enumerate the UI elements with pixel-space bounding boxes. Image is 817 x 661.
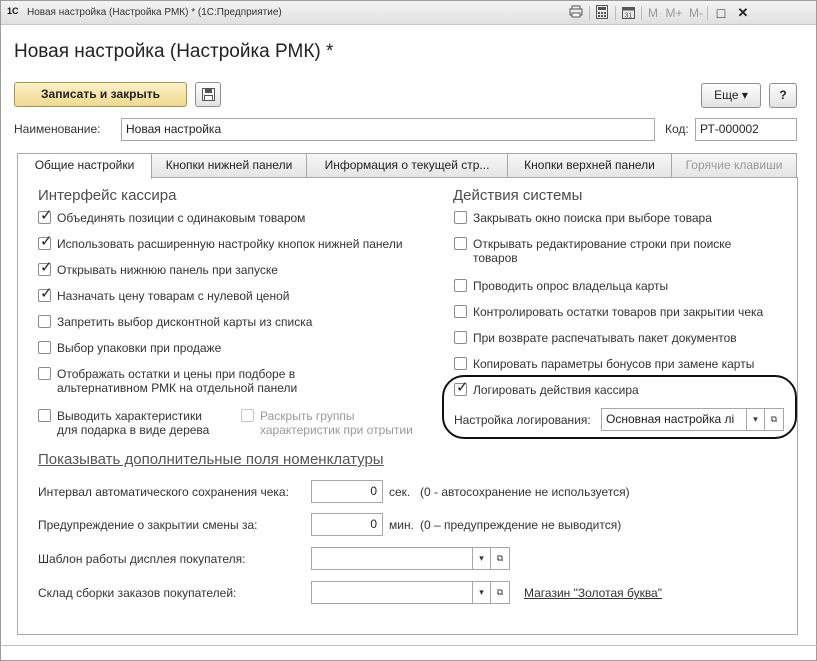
checkbox-gift-tree[interactable] [38, 409, 51, 422]
close-icon[interactable]: ✕ [735, 5, 751, 21]
extra-fields-link[interactable]: Показывать дополнительные поля номенклат… [38, 451, 384, 468]
calculator-icon[interactable] [593, 5, 611, 21]
checkbox-label: Выбор упаковки при продаже [57, 341, 222, 355]
m-plus-button[interactable]: M+ [664, 5, 684, 21]
print-icon[interactable] [567, 5, 585, 21]
title-bar: 1С Новая настройка (Настройка РМК) * (1С… [1, 1, 816, 25]
name-label: Наименование: [14, 122, 101, 136]
checkbox-label: Раскрыть группы [260, 409, 355, 423]
svg-text:31: 31 [624, 13, 632, 20]
chevron-down-icon[interactable]: ▾ [472, 547, 491, 570]
checkbox-package-choice[interactable] [38, 341, 51, 354]
shift-warning-input[interactable]: 0 [311, 513, 383, 536]
chevron-down-icon[interactable]: ▾ [472, 581, 491, 604]
m-minus-button[interactable]: M- [687, 5, 705, 21]
checkbox-show-stock[interactable] [38, 367, 51, 380]
floppy-icon [201, 88, 215, 101]
m-button[interactable]: M [647, 5, 659, 21]
autosave-unit: сек. [389, 485, 411, 499]
checkbox-forbid-card-choice[interactable] [38, 315, 51, 328]
autosave-label: Интервал автоматического сохранения чека… [38, 485, 289, 499]
tab-hotkeys: Горячие клавиши [671, 153, 797, 178]
checkbox-label: альтернативном РМК на отдельной панели [57, 381, 298, 395]
app-logo-icon: 1С [7, 6, 19, 16]
window-title: Новая настройка (Настройка РМК) * (1С:Пр… [27, 7, 282, 18]
code-input[interactable]: РТ-000002 [695, 118, 797, 141]
save-button[interactable] [195, 82, 221, 107]
checkbox-card-owner-survey[interactable] [454, 279, 467, 292]
checkbox-label: характеристик при отрытии [260, 423, 413, 437]
checkbox-label: Выводить характеристики [57, 409, 202, 423]
checkbox-label: Объединять позиции с одинаковым товаром [57, 211, 306, 225]
save-and-close-button[interactable]: Записать и закрыть [14, 82, 187, 107]
page-title: Новая настройка (Настройка РМК) * [14, 41, 334, 62]
checkbox-label: Проводить опрос владельца карты [473, 279, 669, 293]
open-form-icon[interactable]: ⧉ [490, 581, 510, 604]
shift-warning-label: Предупреждение о закрытии смены за: [38, 518, 258, 532]
tab-bottom-panel-buttons[interactable]: Кнопки нижней панели [151, 153, 307, 178]
autosave-input[interactable]: 0 [311, 480, 383, 503]
shift-warning-hint: (0 – предупреждение не выводится) [420, 518, 622, 532]
checkbox-edit-row[interactable] [454, 237, 467, 250]
open-form-icon[interactable]: ⧉ [490, 547, 510, 570]
checkbox-expand-groups [241, 409, 254, 422]
shift-warning-unit: мин. [389, 518, 414, 532]
checkbox-label: Назначать цену товарам с нулевой ценой [57, 289, 290, 303]
name-input[interactable]: Новая настройка [121, 118, 655, 141]
checkbox-label: Использовать расширенную настройку кнопо… [57, 237, 403, 251]
autosave-hint: (0 - автосохранение не используется) [420, 485, 630, 499]
order-warehouse-input[interactable] [311, 581, 473, 604]
system-actions-heading: Действия системы [453, 187, 583, 204]
tab-general-settings[interactable]: Общие настройки [17, 153, 152, 179]
tab-top-panel-buttons[interactable]: Кнопки верхней панели [507, 153, 672, 178]
maximize-icon[interactable]: □ [713, 5, 729, 21]
display-template-input[interactable] [311, 547, 473, 570]
checkbox-label: для подарка в виде дерева [57, 423, 210, 437]
app-window: 1С Новая настройка (Настройка РМК) * (1С… [0, 0, 817, 661]
order-warehouse-label: Склад сборки заказов покупателей: [38, 586, 237, 600]
calendar-icon[interactable]: 31 [619, 5, 637, 21]
checkbox-label: При возврате распечатывать пакет докумен… [473, 331, 737, 345]
highlight-ellipse [442, 375, 797, 439]
checkbox-print-return-docs[interactable] [454, 331, 467, 344]
checkbox-open-bottom-panel[interactable]: ✓ [38, 259, 53, 276]
checkbox-label: Запретить выбор дисконтной карты из спис… [57, 315, 313, 329]
checkbox-label: Открывать нижнюю панель при запуске [57, 263, 278, 277]
status-divider [1, 645, 817, 646]
help-button[interactable]: ? [769, 83, 797, 108]
display-template-label: Шаблон работы дисплея покупателя: [38, 552, 246, 566]
checkbox-zero-price[interactable]: ✓ [38, 285, 53, 302]
code-label: Код: [665, 122, 689, 136]
cashier-interface-heading: Интерфейс кассира [38, 187, 177, 204]
checkbox-label: Открывать редактирование строки при поис… [473, 237, 732, 251]
more-button[interactable]: Еще ▾ [701, 83, 761, 108]
checkbox-label: товаров [473, 251, 518, 265]
checkbox-control-stock[interactable] [454, 305, 467, 318]
checkbox-label: Закрывать окно поиска при выборе товара [473, 211, 712, 225]
checkbox-copy-bonus[interactable] [454, 357, 467, 370]
checkbox-label: Копировать параметры бонусов при замене … [473, 357, 755, 371]
checkbox-label: Контролировать остатки товаров при закры… [473, 305, 764, 319]
tab-current-info[interactable]: Информация о текущей стр... [306, 153, 508, 178]
checkbox-close-search[interactable] [454, 211, 467, 224]
checkbox-label: Отображать остатки и цены при подборе в [57, 367, 296, 381]
warehouse-link[interactable]: Магазин "Золотая буква" [524, 586, 662, 600]
checkbox-extended-buttons[interactable]: ✓ [38, 233, 53, 250]
checkbox-merge-positions[interactable]: ✓ [38, 207, 53, 224]
